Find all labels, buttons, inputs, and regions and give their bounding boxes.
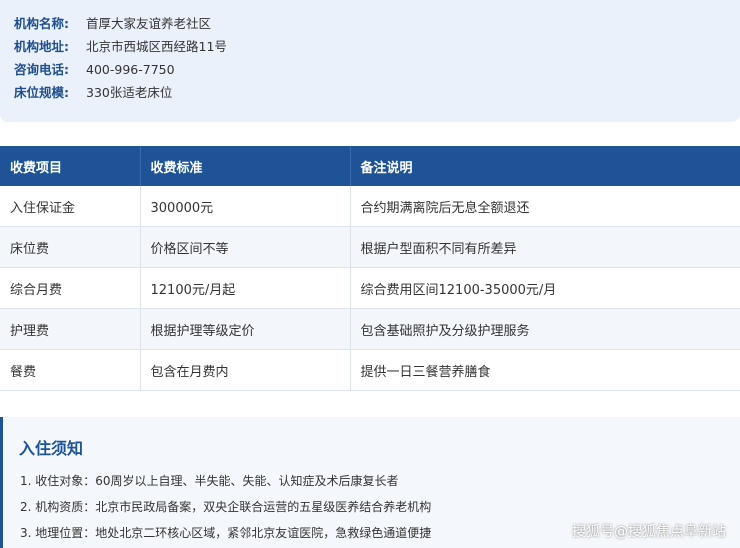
info-label: 机构名称:: [14, 16, 69, 31]
table-cell: 根据户型面积不同有所差异: [350, 226, 740, 268]
table-row: 床位费 价格区间不等 根据户型面积不同有所差异: [0, 226, 740, 268]
fee-table: 收费项目 收费标准 备注说明 入住保证金 300000元 合约期满离院后无息全额…: [0, 146, 740, 391]
column-header-standard: 收费标准: [140, 146, 351, 186]
table-cell: 床位费: [0, 226, 141, 268]
consult-phone[interactable]: 400-996-7750: [86, 58, 175, 81]
notice-item: 1. 收住对象：60周岁以上自理、半失能、失能、认知症及术后康复长者: [20, 474, 399, 488]
table-row: 护理费 根据护理等级定价 包含基础照护及分级护理服务: [0, 308, 740, 350]
table-cell: 餐费: [0, 349, 141, 391]
table-cell: 价格区间不等: [140, 226, 351, 268]
table-cell: 12100元/月起: [140, 267, 351, 309]
info-label: 机构地址:: [14, 39, 69, 54]
info-label: 床位规模:: [14, 85, 69, 100]
table-cell: 根据护理等级定价: [140, 308, 351, 350]
notice-item: 2. 机构资质：北京市民政局备案，双央企联合运营的五星级医养结合养老机构: [20, 500, 432, 514]
table-cell: 300000元: [140, 186, 351, 227]
table-cell: 入住保证金: [0, 186, 141, 227]
table-cell: 提供一日三餐营养膳食: [350, 349, 740, 391]
table-cell: 包含基础照护及分级护理服务: [350, 308, 740, 350]
column-header-remarks: 备注说明: [350, 146, 740, 186]
info-label: 咨询电话:: [14, 62, 69, 77]
notice-item: 3. 地理位置：地处北京二环核心区域，紧邻北京友谊医院，急救绿色通道便捷: [20, 526, 432, 540]
institution-address: 北京市西城区西经路11号: [86, 39, 227, 54]
info-row-name: 机构名称: 首厚大家友谊养老社区: [0, 12, 740, 35]
table-cell: 合约期满离院后无息全额退还: [350, 186, 740, 227]
institution-info-card: 机构名称: 首厚大家友谊养老社区 机构地址: 北京市西城区西经路11号 咨询电话…: [0, 0, 740, 122]
table-cell: 综合月费: [0, 267, 141, 309]
info-row-beds: 床位规模: 330张适老床位: [0, 81, 740, 104]
watermark-text: 搜狐号@搜狐焦点阜新站: [572, 524, 726, 540]
table-row: 餐费 包含在月费内 提供一日三餐营养膳食: [0, 349, 740, 391]
admission-notice-card: 入住须知 1. 收住对象：60周岁以上自理、半失能、失能、认知症及术后康复长者 …: [0, 417, 740, 548]
info-row-address: 机构地址: 北京市西城区西经路11号: [0, 35, 740, 58]
table-cell: 包含在月费内: [140, 349, 351, 391]
table-cell: 综合费用区间12100-35000元/月: [350, 267, 740, 309]
column-header-item: 收费项目: [0, 146, 141, 186]
bed-capacity: 330张适老床位: [86, 85, 173, 100]
notice-title: 入住须知: [19, 439, 84, 458]
table-cell: 护理费: [0, 308, 141, 350]
table-row: 入住保证金 300000元 合约期满离院后无息全额退还: [0, 186, 740, 227]
table-row: 综合月费 12100元/月起 综合费用区间12100-35000元/月: [0, 267, 740, 309]
info-row-phone: 咨询电话: 400-996-7750: [0, 58, 740, 81]
institution-name: 首厚大家友谊养老社区: [86, 16, 212, 31]
table-header-row: 收费项目 收费标准 备注说明: [0, 146, 740, 186]
